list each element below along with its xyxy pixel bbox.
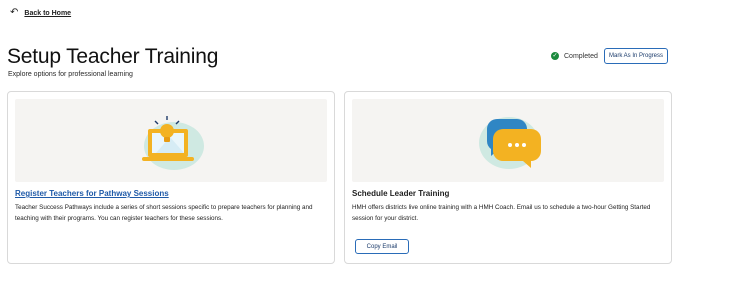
card-description: HMH offers districts live online trainin…	[352, 204, 651, 222]
copy-email-button[interactable]: Copy Email	[355, 239, 409, 254]
check-circle-icon: ✓	[551, 52, 559, 60]
card-description: Teacher Success Pathways include a serie…	[15, 204, 313, 222]
chat-bubbles-icon	[479, 117, 541, 169]
page-subtitle: Explore options for professional learnin…	[8, 71, 133, 78]
back-arrow-icon: ↶	[10, 7, 19, 18]
card-hero	[352, 99, 664, 182]
schedule-leader-training-title: Schedule Leader Training	[352, 189, 450, 198]
pathway-sessions-card: Register Teachers for Pathway Sessions T…	[7, 91, 335, 264]
register-teachers-link[interactable]: Register Teachers for Pathway Sessions	[15, 189, 169, 198]
page-title: Setup Teacher Training	[7, 45, 219, 68]
back-to-home-link[interactable]: ↶ Back to Home	[10, 8, 71, 18]
back-link-label: Back to Home	[24, 9, 72, 17]
leader-training-card: Schedule Leader Training HMH offers dist…	[344, 91, 672, 264]
card-hero	[15, 99, 327, 182]
laptop-lightbulb-icon	[142, 116, 204, 170]
mark-as-in-progress-button[interactable]: Mark As In Progress	[604, 48, 668, 64]
status-indicator: ✓ Completed	[551, 52, 598, 60]
status-label: Completed	[564, 52, 598, 60]
